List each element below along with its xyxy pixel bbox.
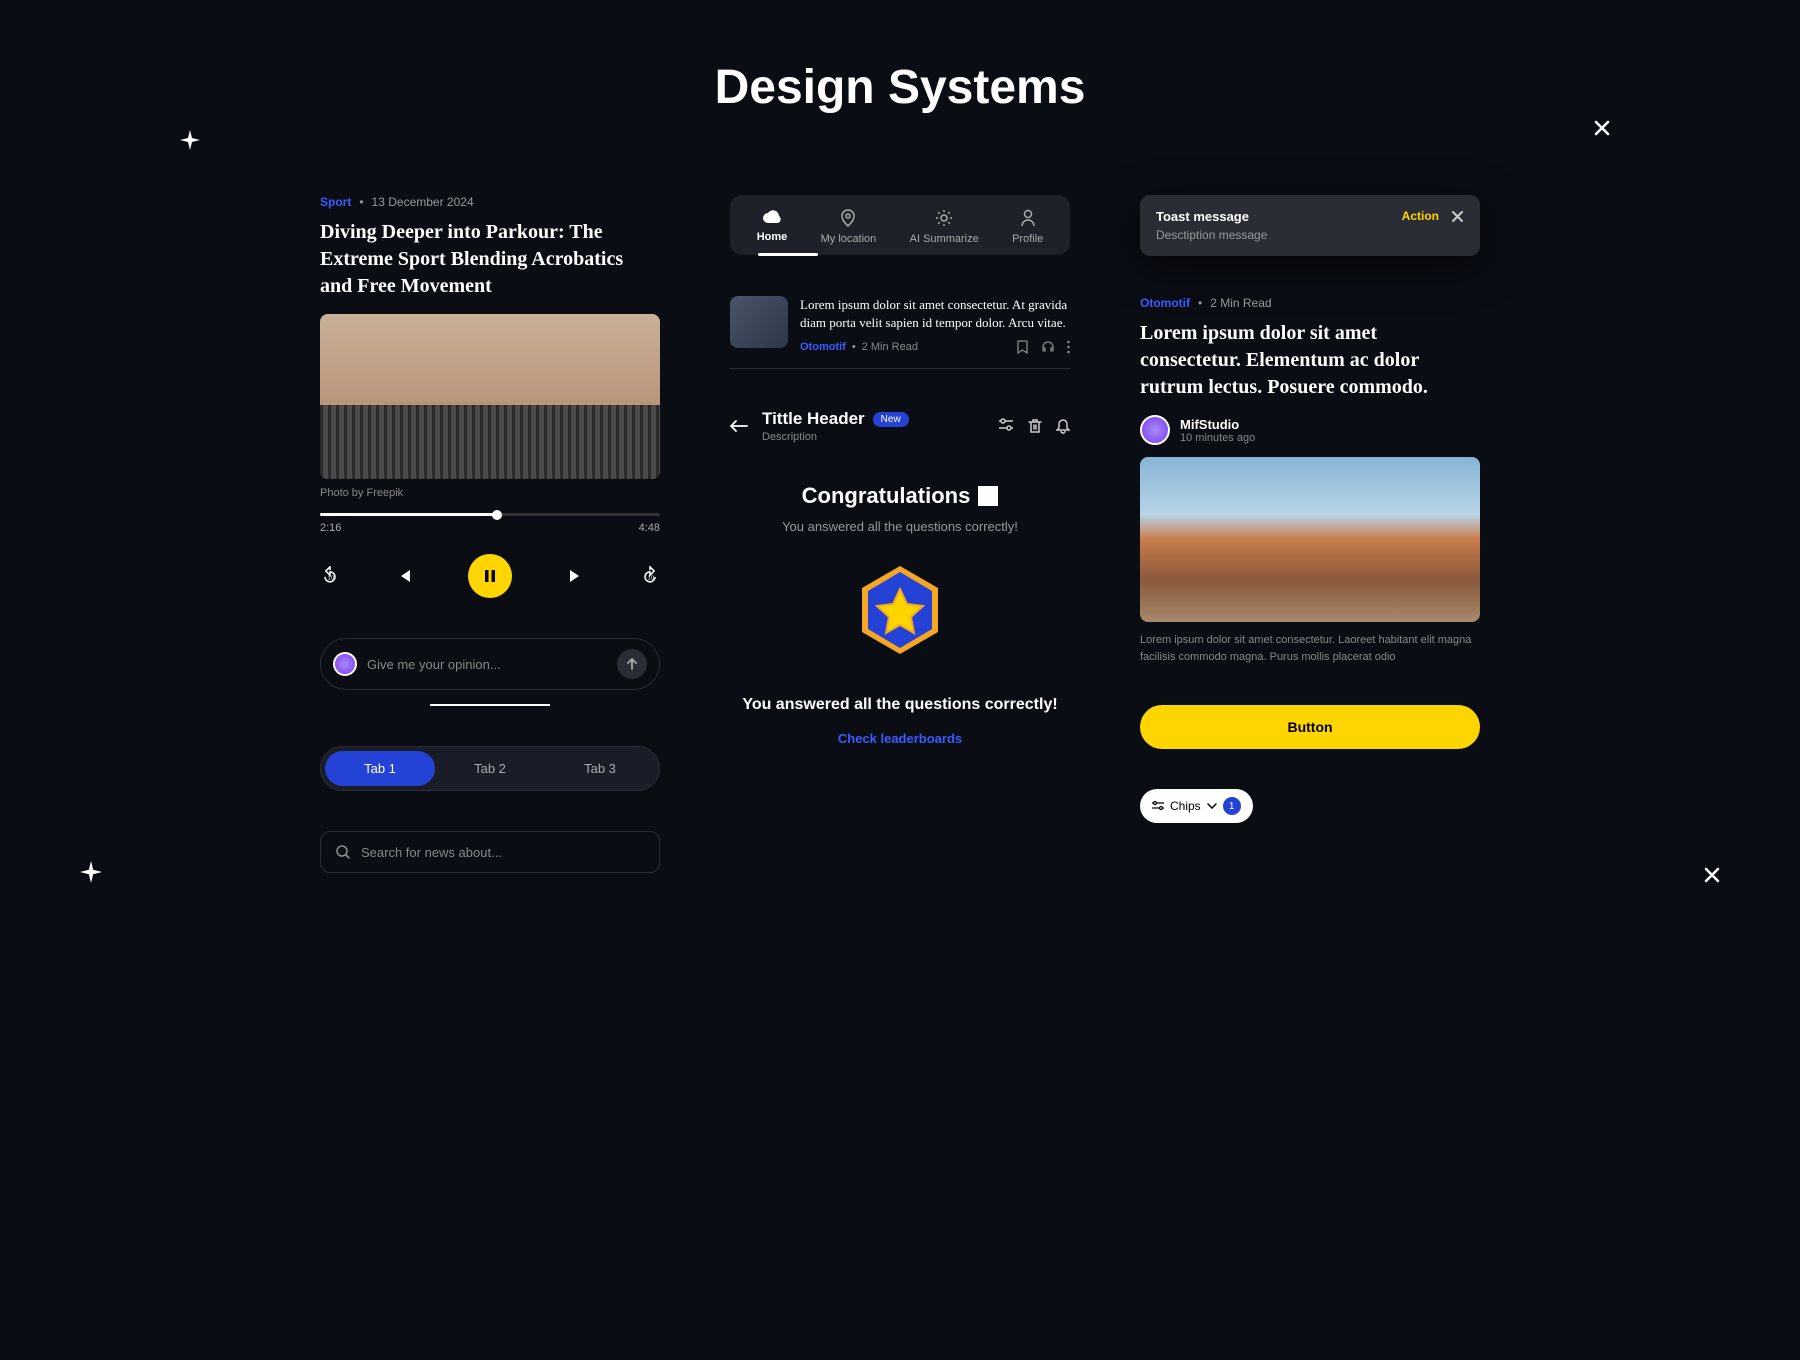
separator-dot: •: [1198, 296, 1202, 310]
list-thumbnail: [730, 296, 788, 348]
article-date: 13 December 2024: [372, 195, 474, 209]
leaderboards-link[interactable]: Check leaderboards: [838, 731, 962, 746]
article-title: Lorem ipsum dolor sit amet consectetur. …: [1140, 320, 1480, 401]
tabs: Tab 1 Tab 2 Tab 3: [320, 746, 660, 791]
toast-title: Toast message: [1156, 209, 1402, 224]
more-icon[interactable]: [1067, 340, 1070, 354]
article-card: Sport • 13 December 2024 Diving Deeper i…: [320, 195, 660, 598]
headphones-icon[interactable]: [1041, 340, 1055, 354]
sparkle-icon: [180, 130, 200, 150]
read-time: 2 Min Read: [1210, 296, 1271, 310]
bell-icon[interactable]: [1056, 418, 1070, 434]
close-icon[interactable]: [1704, 867, 1720, 883]
avatar: [333, 652, 357, 676]
page-title: Design Systems: [80, 60, 1720, 115]
search-input[interactable]: [361, 845, 645, 860]
chip-label: Chips: [1170, 799, 1201, 813]
search-icon: [335, 844, 351, 860]
nav-location[interactable]: My location: [821, 209, 877, 245]
toast-action[interactable]: Action: [1402, 209, 1439, 223]
elapsed-time: 2:16: [320, 522, 341, 534]
svg-text:10: 10: [328, 575, 335, 581]
nav-home[interactable]: Home: [757, 209, 788, 245]
emoji-placeholder: [978, 486, 998, 506]
rewind-10-button[interactable]: 10: [320, 566, 340, 586]
bookmark-icon[interactable]: [1016, 340, 1029, 354]
category-link[interactable]: Otomotif: [1140, 296, 1190, 310]
nav-label: AI Summarize: [910, 233, 979, 245]
avatar: [1140, 415, 1170, 445]
pause-button[interactable]: [468, 554, 512, 598]
nav-label: My location: [821, 233, 877, 245]
filter-icon[interactable]: [998, 418, 1014, 434]
search-row: [320, 831, 660, 873]
category-link[interactable]: Sport: [320, 195, 351, 209]
congrats-card: Congratulations You answered all the que…: [730, 483, 1070, 747]
separator-dot: •: [359, 195, 363, 209]
back-icon[interactable]: [730, 419, 748, 433]
list-item[interactable]: Lorem ipsum dolor sit amet consectetur. …: [730, 296, 1070, 369]
duration-time: 4:48: [639, 522, 660, 534]
tab-1[interactable]: Tab 1: [325, 751, 435, 786]
nav-profile[interactable]: Profile: [1012, 209, 1043, 245]
svg-text:10: 10: [648, 575, 655, 581]
filter-icon: [1152, 801, 1164, 811]
chat-input-row: [320, 638, 660, 690]
gear-icon: [935, 209, 953, 227]
article-image: [1140, 457, 1480, 622]
separator-dot: •: [852, 341, 856, 353]
close-icon[interactable]: [1594, 120, 1610, 136]
publish-time: 10 minutes ago: [1180, 432, 1255, 444]
user-icon: [1020, 209, 1036, 227]
list-title: Lorem ipsum dolor sit amet consectetur. …: [800, 296, 1070, 332]
congrats-subtitle: You answered all the questions correctly…: [730, 519, 1070, 534]
achievement-badge: [855, 564, 945, 664]
article-excerpt: Lorem ipsum dolor sit amet consectetur. …: [1140, 632, 1480, 665]
tab-2[interactable]: Tab 2: [435, 751, 545, 786]
toast-description: Desctiption message: [1156, 228, 1402, 242]
location-icon: [840, 209, 856, 227]
read-time: 2 Min Read: [862, 341, 918, 353]
header-title: Tittle Header: [762, 409, 865, 429]
header-description: Description: [762, 431, 909, 443]
article-title: Diving Deeper into Parkour: The Extreme …: [320, 219, 660, 300]
image-caption: Photo by Freepik: [320, 487, 660, 499]
filter-chip[interactable]: Chips 1: [1140, 789, 1253, 823]
category-link[interactable]: Otomotif: [800, 341, 846, 353]
audio-player: 2:16 4:48 10: [320, 513, 660, 598]
progress-bar[interactable]: [320, 513, 660, 516]
next-track-button[interactable]: [567, 567, 585, 585]
nav-ai[interactable]: AI Summarize: [910, 209, 979, 245]
congrats-title: Congratulations: [802, 483, 971, 509]
new-badge: New: [873, 412, 909, 427]
chevron-down-icon: [1207, 803, 1217, 809]
navbar: Home My location AI Summarize Profile: [730, 195, 1070, 255]
close-icon[interactable]: [1451, 210, 1464, 223]
trash-icon[interactable]: [1028, 418, 1042, 434]
primary-button[interactable]: Button: [1140, 705, 1480, 749]
nav-label: Home: [757, 231, 788, 243]
cloud-icon: [762, 209, 782, 225]
article-image: [320, 314, 660, 479]
underline-decoration: [430, 704, 550, 706]
chip-count: 1: [1223, 797, 1241, 815]
author-name: MifStudio: [1180, 417, 1255, 432]
toast: Toast message Desctiption message Action: [1140, 195, 1480, 256]
nav-indicator: [758, 253, 818, 256]
congrats-message: You answered all the questions correctly…: [730, 694, 1070, 716]
forward-10-button[interactable]: 10: [640, 566, 660, 586]
sparkle-icon: [80, 861, 102, 883]
previous-track-button[interactable]: [395, 567, 413, 585]
chat-input[interactable]: [367, 657, 607, 672]
tab-3[interactable]: Tab 3: [545, 751, 655, 786]
nav-label: Profile: [1012, 233, 1043, 245]
article-card: Otomotif • 2 Min Read Lorem ipsum dolor …: [1140, 296, 1480, 665]
send-button[interactable]: [617, 649, 647, 679]
header-component: Tittle Header New Description: [730, 409, 1070, 443]
